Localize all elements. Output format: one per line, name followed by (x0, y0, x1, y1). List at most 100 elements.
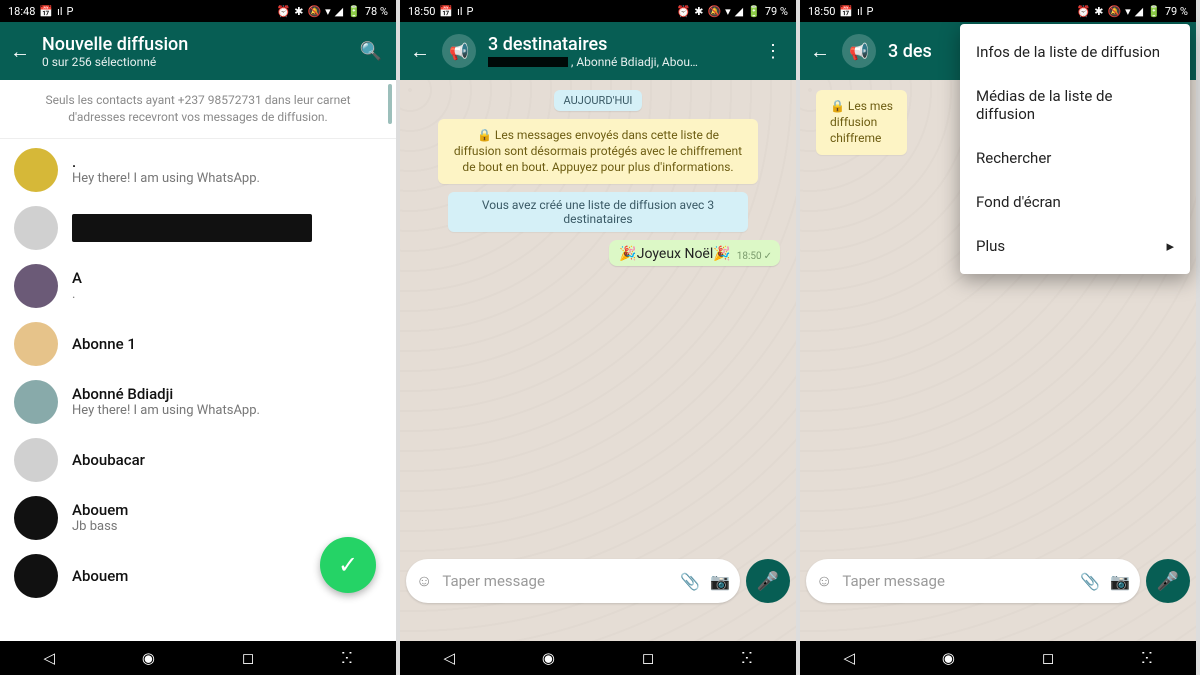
contact-status: Jb bass (72, 519, 382, 534)
screen-broadcast-chat: 18:50 📅 ıl P ⏰ ✱ 🔕 ▾ ◢ 🔋 79 % ← 📢 3 dest… (400, 0, 800, 675)
recipient-names: , Abonné Bdiadji, Abou… (571, 55, 698, 69)
calendar-icon: 📅 (39, 5, 53, 18)
emoji-icon[interactable]: ☺ (816, 571, 832, 591)
signal-icon: ıl (457, 5, 462, 18)
contact-row[interactable]: Aboubacar (0, 431, 396, 489)
nav-home-icon[interactable]: ◉ (142, 649, 155, 667)
battery-pct: 79 % (1165, 5, 1188, 18)
nav-home-icon[interactable]: ◉ (942, 649, 955, 667)
nav-recents-icon[interactable]: ◻ (642, 649, 654, 667)
avatar (14, 438, 58, 482)
contact-row[interactable]: Abonne 1 (0, 315, 396, 373)
broadcast-icon: 📢 (442, 34, 476, 68)
contact-status: . (72, 287, 382, 302)
chat-area: AUJOURD'HUI 🔒 Les messages envoyés dans … (400, 80, 796, 641)
mic-button[interactable]: 🎤 (746, 559, 790, 603)
camera-icon[interactable]: 📷 (710, 572, 730, 591)
bluetooth-icon: ✱ (694, 5, 703, 18)
avatar (14, 380, 58, 424)
mic-button[interactable]: 🎤 (1146, 559, 1190, 603)
avatar (14, 554, 58, 598)
status-bar: 18:48 📅 ıl P ⏰ ✱ 🔕 ▾ ◢ 🔋 78 % (0, 0, 396, 22)
avatar (14, 206, 58, 250)
menu-label: Plus (976, 237, 1005, 255)
camera-icon[interactable]: 📷 (1110, 572, 1130, 591)
scroll-indicator[interactable] (388, 84, 392, 124)
avatar (14, 496, 58, 540)
bluetooth-icon: ✱ (294, 5, 303, 18)
contact-row[interactable]: Abonné Bdiadji Hey there! I am using Wha… (0, 373, 396, 431)
nav-accessibility-icon[interactable]: ⵘ (741, 649, 752, 667)
nav-back-icon[interactable]: ◁ (843, 649, 855, 667)
message-time: 18:50 (737, 251, 762, 262)
contact-name: A (72, 269, 382, 287)
bluetooth-icon: ✱ (1094, 5, 1103, 18)
appbar-subtitle: , Abonné Bdiadji, Abou… (488, 55, 748, 69)
cell-icon: ◢ (335, 5, 343, 18)
wifi-icon: ▾ (725, 5, 731, 18)
back-button[interactable]: ← (10, 39, 30, 64)
battery-pct: 78 % (365, 5, 388, 18)
contact-row[interactable]: A . (0, 257, 396, 315)
attach-icon[interactable]: 📎 (1080, 572, 1100, 591)
status-time: 18:50 (408, 5, 435, 18)
contact-row[interactable]: Abouem Jb bass (0, 489, 396, 547)
back-button[interactable]: ← (410, 39, 430, 64)
menu-item-search[interactable]: Rechercher (960, 136, 1190, 180)
menu-item-info[interactable]: Infos de la liste de diffusion (960, 30, 1190, 74)
search-icon[interactable]: 🔍 (356, 41, 386, 62)
contact-list[interactable]: . Hey there! I am using WhatsApp. A . Ab… (0, 139, 396, 605)
message-input-bar: ☺ Taper message 📎 📷 🎤 (406, 559, 790, 603)
nav-recents-icon[interactable]: ◻ (1042, 649, 1054, 667)
cell-icon: ◢ (735, 5, 743, 18)
message-input[interactable]: ☺ Taper message 📎 📷 (806, 559, 1140, 603)
nav-accessibility-icon[interactable]: ⵘ (341, 649, 352, 667)
battery-pct: 79 % (765, 5, 788, 18)
broadcast-notice: Seuls les contacts ayant +237 98572731 d… (0, 80, 396, 138)
input-placeholder: Taper message (842, 572, 1070, 590)
menu-item-media[interactable]: Médias de la liste de diffusion (960, 74, 1190, 136)
status-bar: 18:50 📅 ıl P ⏰ ✱ 🔕 ▾ ◢ 🔋 79 % (400, 0, 796, 22)
alarm-icon: ⏰ (277, 5, 291, 18)
cell-icon: ◢ (1135, 5, 1143, 18)
nav-back-icon[interactable]: ◁ (43, 649, 55, 667)
contact-status: Hey there! I am using WhatsApp. (72, 403, 382, 418)
encryption-notice-partial: 🔒 Les mesdiffusionchiffreme (816, 90, 907, 155)
alarm-icon: ⏰ (1077, 5, 1091, 18)
contact-status: Hey there! I am using WhatsApp. (72, 171, 382, 186)
app-bar[interactable]: ← 📢 3 destinataires , Abonné Bdiadji, Ab… (400, 22, 796, 80)
appbar-title: 3 destinataires (488, 34, 748, 55)
sent-message-bubble[interactable]: 🎉Joyeux Noël🎉 18:50 ✓ (609, 240, 780, 266)
mute-icon: 🔕 (707, 5, 721, 18)
redacted-name (72, 214, 312, 242)
mute-icon: 🔕 (307, 5, 321, 18)
more-menu-icon[interactable]: ⋮ (760, 41, 786, 62)
system-notice: Vous avez créé une liste de diffusion av… (448, 192, 748, 232)
android-nav-bar: ◁ ◉ ◻ ⵘ (400, 641, 796, 675)
confirm-fab[interactable]: ✓ (320, 537, 376, 593)
attach-icon[interactable]: 📎 (680, 572, 700, 591)
alarm-icon: ⏰ (677, 5, 691, 18)
nav-recents-icon[interactable]: ◻ (242, 649, 254, 667)
nav-accessibility-icon[interactable]: ⵘ (1141, 649, 1152, 667)
menu-item-wallpaper[interactable]: Fond d'écran (960, 180, 1190, 224)
contact-row[interactable]: . Hey there! I am using WhatsApp. (0, 141, 396, 199)
back-button[interactable]: ← (810, 39, 830, 64)
appbar-title: Nouvelle diffusion (42, 34, 344, 55)
menu-label: Fond d'écran (976, 193, 1061, 211)
contact-name: . (72, 153, 382, 171)
contact-row[interactable] (0, 199, 396, 257)
menu-label: Rechercher (976, 149, 1051, 167)
avatar (14, 148, 58, 192)
message-input[interactable]: ☺ Taper message 📎 📷 (406, 559, 740, 603)
nav-home-icon[interactable]: ◉ (542, 649, 555, 667)
date-chip: AUJOURD'HUI (554, 90, 643, 111)
menu-item-more[interactable]: Plus ▸ (960, 224, 1190, 268)
message-input-bar: ☺ Taper message 📎 📷 🎤 (806, 559, 1190, 603)
emoji-icon[interactable]: ☺ (416, 571, 432, 591)
signal-icon: ıl (857, 5, 862, 18)
screen-broadcast-menu: 18:50 📅 ıl P ⏰ ✱ 🔕 ▾ ◢ 🔋 79 % ← 📢 3 des … (800, 0, 1200, 675)
android-nav-bar: ◁ ◉ ◻ ⵘ (0, 641, 396, 675)
nav-back-icon[interactable]: ◁ (443, 649, 455, 667)
encryption-notice[interactable]: 🔒 Les messages envoyés dans cette liste … (438, 119, 758, 184)
